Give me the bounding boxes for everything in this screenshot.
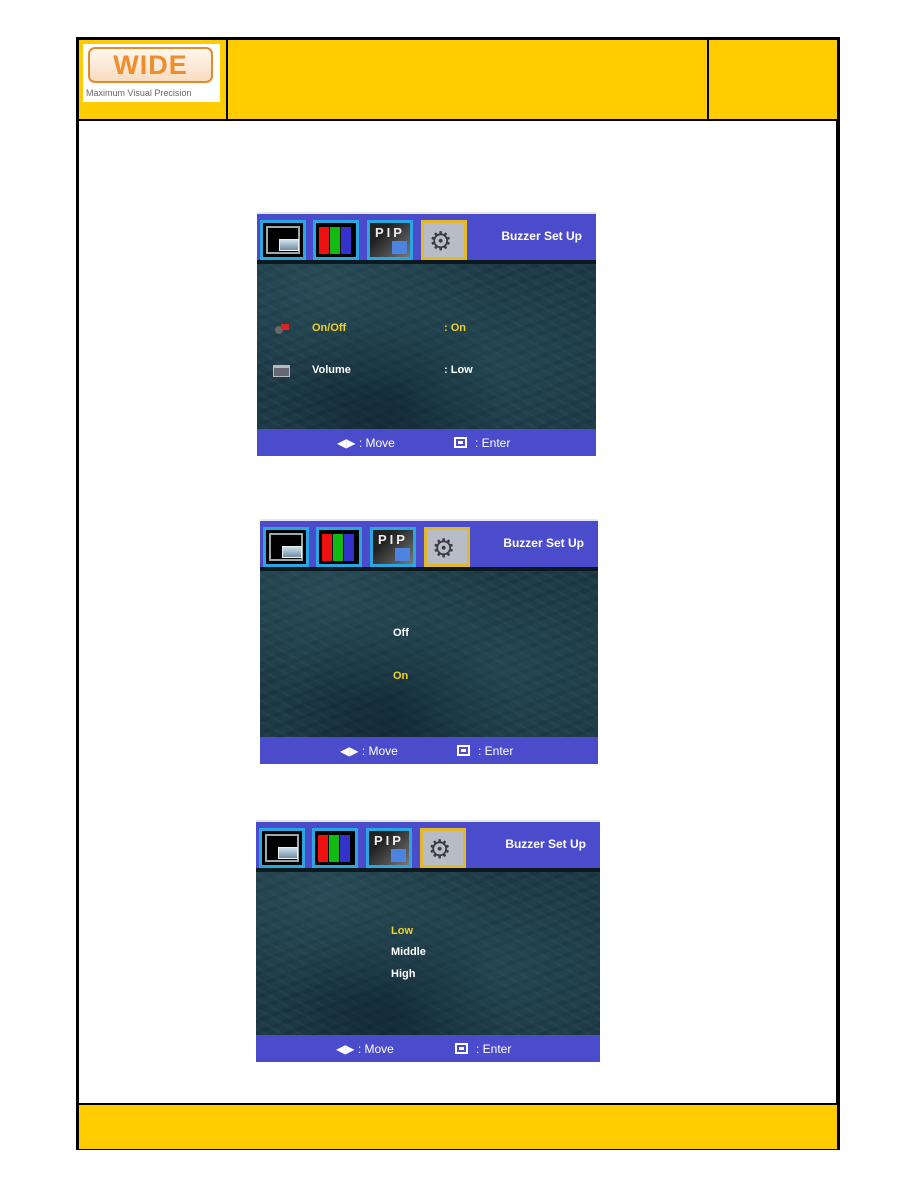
option-low[interactable]: Low <box>391 925 413 937</box>
osd-screen-volume: PIP ⚙ Buzzer Set Up Low Middle High ◀▶ :… <box>256 820 600 1062</box>
page-header: WIDE Maximum Visual Precision <box>79 40 837 121</box>
enter-icon <box>455 1043 468 1054</box>
volume-icon <box>273 364 290 377</box>
gear-icon: ⚙ <box>428 834 452 864</box>
speaker-icon <box>273 322 290 334</box>
rgb-bar <box>344 534 354 561</box>
gear-icon: ⚙ <box>429 226 453 256</box>
tab-pip[interactable]: PIP <box>366 828 412 868</box>
move-hint: ◀▶ : Move <box>336 1042 394 1056</box>
osd-hint-bar: ◀▶ : Move : Enter <box>260 737 598 764</box>
menu-value-onoff: : On <box>444 322 466 334</box>
enter-hint: : Enter <box>454 436 510 450</box>
left-right-arrow-icon: ◀▶ <box>337 436 356 450</box>
rgb-bar <box>340 835 350 862</box>
tab-pip[interactable]: PIP <box>370 527 416 567</box>
header-divider <box>226 40 228 119</box>
osd-title: Buzzer Set Up <box>505 837 586 851</box>
gear-icon: ⚙ <box>432 533 456 563</box>
tab-setup[interactable]: ⚙ <box>420 828 466 868</box>
osd-topbar: PIP ⚙ Buzzer Set Up <box>256 820 600 872</box>
enter-label: : Enter <box>475 436 511 450</box>
logo-tagline: Maximum Visual Precision <box>86 88 192 98</box>
pip-icon: PIP <box>378 532 408 547</box>
osd-hint-bar: ◀▶ : Move : Enter <box>257 429 596 456</box>
osd-screen-onoff: PIP ⚙ Buzzer Set Up Off On ◀▶ : Move : E… <box>260 519 598 764</box>
logo-badge: WIDE <box>88 47 213 83</box>
left-right-arrow-icon: ◀▶ <box>336 1042 355 1056</box>
pip-icon: PIP <box>374 833 404 848</box>
enter-hint: : Enter <box>455 1042 511 1056</box>
menu-item-volume[interactable]: Volume <box>312 364 351 376</box>
enter-label: : Enter <box>476 1042 512 1056</box>
tab-color[interactable] <box>313 220 359 260</box>
position-icon <box>265 834 299 862</box>
rgb-bar <box>341 227 351 254</box>
move-hint: ◀▶ : Move <box>337 436 395 450</box>
tab-pip[interactable]: PIP <box>367 220 413 260</box>
left-right-arrow-icon: ◀▶ <box>340 744 359 758</box>
move-label: : Move <box>361 744 398 758</box>
tab-setup[interactable]: ⚙ <box>424 527 470 567</box>
tab-setup[interactable]: ⚙ <box>421 220 467 260</box>
osd-title: Buzzer Set Up <box>503 536 584 550</box>
option-on[interactable]: On <box>393 670 408 682</box>
menu-item-onoff[interactable]: On/Off <box>312 322 346 334</box>
menu-value-volume: : Low <box>444 364 473 376</box>
enter-label: : Enter <box>478 744 514 758</box>
header-divider <box>707 40 709 119</box>
osd-title: Buzzer Set Up <box>501 229 582 243</box>
tab-position[interactable] <box>259 828 305 868</box>
rgb-bars-icon <box>318 835 328 862</box>
tab-color[interactable] <box>316 527 362 567</box>
osd-topbar: PIP ⚙ Buzzer Set Up <box>260 519 598 571</box>
move-label: : Move <box>358 436 395 450</box>
enter-icon <box>454 437 467 448</box>
rgb-bar <box>333 534 343 561</box>
rgb-bar <box>330 227 340 254</box>
osd-topbar: PIP ⚙ Buzzer Set Up <box>257 212 596 264</box>
enter-icon <box>457 745 470 756</box>
position-icon <box>266 226 300 254</box>
option-high[interactable]: High <box>391 968 415 980</box>
move-hint: ◀▶ : Move <box>340 744 398 758</box>
rgb-bars-icon <box>319 227 329 254</box>
logo-text: WIDE <box>113 50 188 80</box>
position-icon <box>269 533 303 561</box>
page-footer <box>79 1103 837 1149</box>
osd-hint-bar: ◀▶ : Move : Enter <box>256 1035 600 1062</box>
option-middle[interactable]: Middle <box>391 946 426 958</box>
rgb-bar <box>329 835 339 862</box>
tab-color[interactable] <box>312 828 358 868</box>
pip-icon: PIP <box>375 225 405 240</box>
option-off[interactable]: Off <box>393 627 409 639</box>
osd-screen-main: PIP ⚙ Buzzer Set Up On/Off : On Volume :… <box>257 212 596 456</box>
wide-logo: WIDE Maximum Visual Precision <box>83 44 220 102</box>
move-label: : Move <box>357 1042 394 1056</box>
tab-position[interactable] <box>263 527 309 567</box>
enter-hint: : Enter <box>457 744 513 758</box>
tab-position[interactable] <box>260 220 306 260</box>
rgb-bars-icon <box>322 534 332 561</box>
